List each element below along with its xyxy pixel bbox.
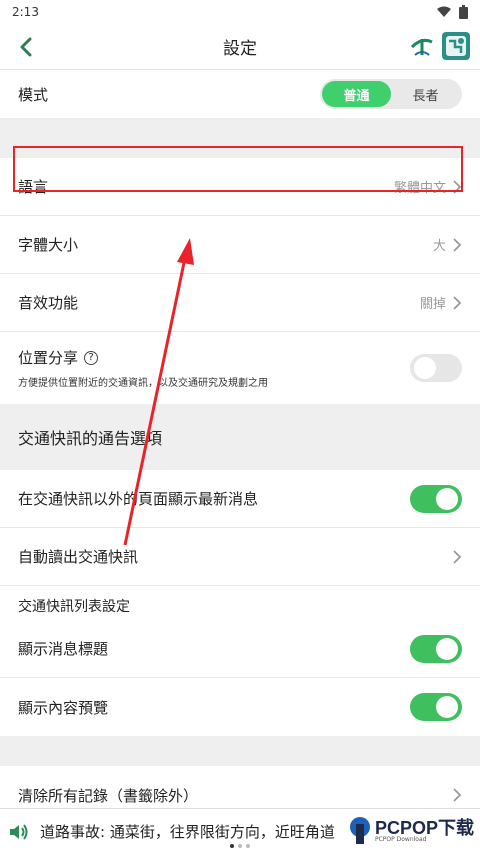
status-bar: 2:13 [0, 0, 480, 24]
sound-effect-label: 音效功能 [18, 294, 79, 312]
section-gap [0, 736, 480, 766]
chevron-right-icon [453, 788, 462, 802]
mode-option-normal[interactable]: 普通 [322, 81, 391, 107]
status-icons [437, 5, 468, 19]
pager-dot [230, 844, 234, 848]
watermark-logo-icon [349, 817, 370, 844]
auto-read-row[interactable]: 自動讀出交通快訊 [0, 528, 480, 586]
location-share-label: 位置分享 [18, 349, 79, 367]
show-preview-toggle[interactable] [410, 693, 462, 721]
battery-icon [459, 5, 468, 19]
notice-section-header: 交通快訊的通告選項 [0, 404, 480, 470]
watermark-sub: PCPOP Download [374, 836, 427, 843]
app-bar: 設定 [0, 24, 480, 70]
map-app-icon[interactable] [442, 32, 470, 60]
status-time: 2:13 [12, 5, 39, 19]
show-title-row: 顯示消息標題 [0, 620, 480, 678]
pager-dots [230, 844, 250, 848]
notice-settings-section: 在交通快訊以外的頁面顯示最新消息 自動讀出交通快訊 交通快訊列表設定 顯示消息標… [0, 470, 480, 736]
watermark-brand: PCPOP下载 [374, 818, 474, 838]
font-size-value: 大 [432, 239, 446, 254]
td-logo-icon [410, 38, 433, 56]
language-highlight-box [13, 146, 463, 192]
show-latest-toggle[interactable] [410, 484, 462, 513]
list-settings-title: 交通快訊列表設定 [0, 586, 480, 620]
location-share-row: 位置分享 ? 方便提供位置附近的交通資訊，以及交通研究及規劃之用 [0, 332, 480, 404]
sound-effect-row[interactable]: 音效功能 關掉 [0, 274, 480, 332]
speaker-icon[interactable] [8, 822, 30, 842]
page-title: 設定 [223, 39, 257, 59]
chevron-right-icon [453, 549, 462, 564]
chevron-right-icon [453, 295, 462, 310]
font-size-row[interactable]: 字體大小 大 [0, 216, 480, 274]
mode-segmented-control[interactable]: 普通 長者 [320, 79, 462, 109]
clear-records-label: 清除所有記錄（書籤除外） [18, 786, 199, 805]
show-preview-label: 顯示內容預覽 [18, 698, 109, 717]
watermark: PCPOP下载 PCPOP Download [347, 816, 474, 846]
font-size-label: 字體大小 [18, 236, 79, 254]
ticker-text: 道路事故: 通菜街，往界限街方向，近旺角道 [40, 823, 335, 841]
show-latest-label: 在交通快訊以外的頁面顯示最新消息 [18, 490, 259, 508]
mode-label: 模式 [18, 85, 49, 104]
back-button[interactable] [12, 32, 40, 62]
location-share-description: 方便提供位置附近的交通資訊，以及交通研究及規劃之用 [18, 378, 268, 389]
help-icon[interactable]: ? [84, 350, 99, 365]
show-preview-row: 顯示內容預覽 [0, 678, 480, 736]
sound-effect-value: 關掉 [419, 297, 446, 312]
auto-read-label: 自動讀出交通快訊 [18, 548, 139, 566]
pager-dot [246, 844, 250, 848]
wifi-icon [437, 6, 451, 17]
general-settings-section: 語言 繁體中文 字體大小 大 音效功能 關掉 位置分享 ? 方便提供位置附近的交… [0, 158, 480, 404]
pager-dot [238, 844, 242, 848]
location-share-toggle[interactable] [410, 354, 462, 382]
app-logos [408, 32, 470, 60]
map-icon [446, 36, 466, 56]
news-ticker[interactable]: 道路事故: 通菜街，往界限街方向，近旺角道 PCPOP下载 PCPOP Down… [0, 808, 480, 854]
mode-section: 模式 普通 長者 [0, 70, 480, 118]
show-latest-row: 在交通快訊以外的頁面顯示最新消息 [0, 470, 480, 528]
transport-department-logo[interactable] [408, 32, 436, 60]
mode-option-elderly[interactable]: 長者 [391, 81, 460, 107]
chevron-left-icon [20, 37, 32, 57]
show-title-label: 顯示消息標題 [18, 640, 109, 658]
chevron-right-icon [453, 237, 462, 252]
mode-row: 模式 普通 長者 [0, 70, 480, 118]
show-title-toggle[interactable] [410, 634, 462, 663]
